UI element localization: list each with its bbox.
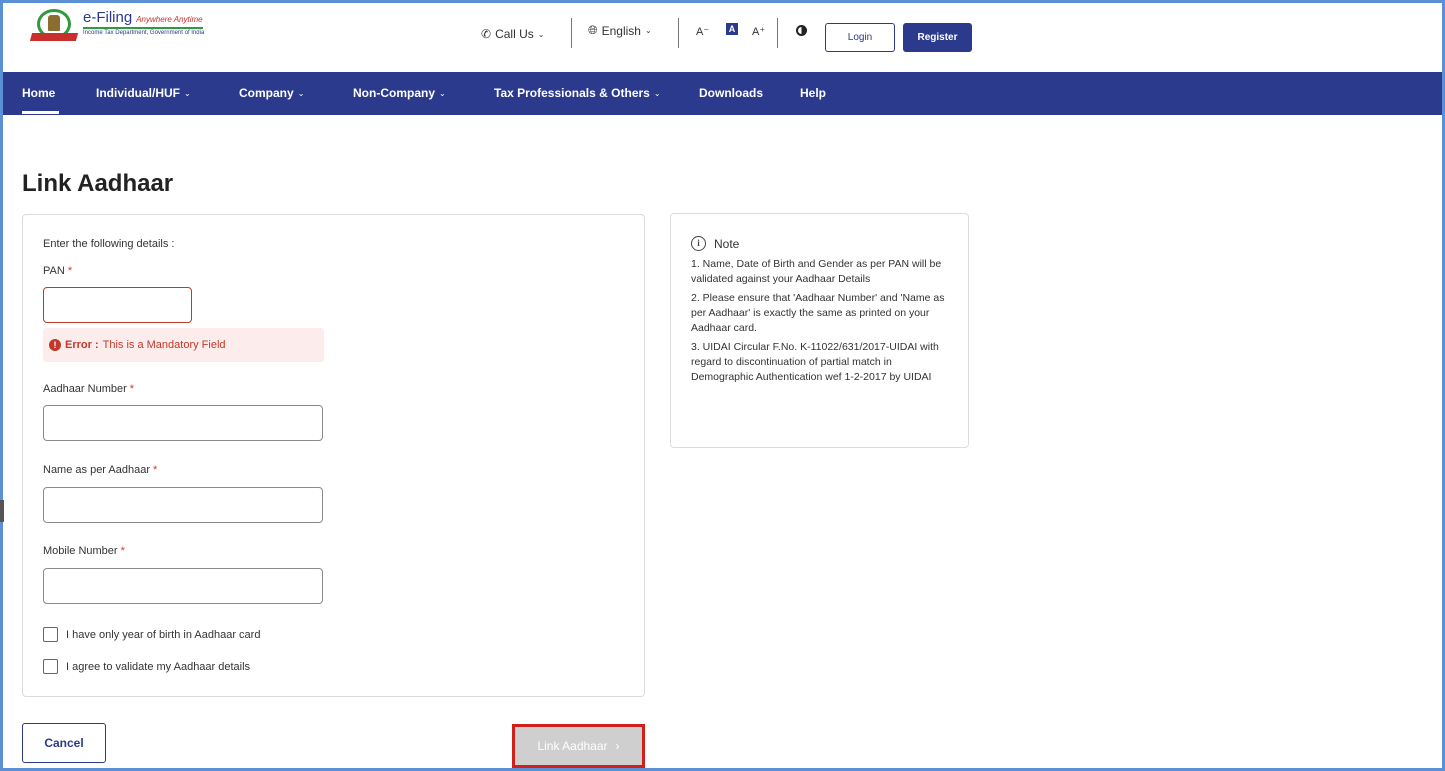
required-asterisk: * (153, 464, 158, 476)
year-of-birth-checkbox[interactable] (43, 627, 58, 642)
call-us-label: Call Us (495, 27, 534, 41)
chevron-right-icon: › (615, 739, 620, 753)
login-button[interactable]: Login (825, 23, 895, 52)
nav-item-non-company[interactable]: Non-Company ⌄ (353, 86, 446, 100)
error-prefix: Error : (65, 339, 99, 351)
page-title: Link Aadhaar (22, 170, 174, 197)
note-title: Note (714, 236, 740, 251)
link-aadhaar-button[interactable]: Link Aadhaar › (512, 724, 645, 768)
chevron-down-icon: ⌄ (653, 88, 661, 98)
nav-item-label: Individual/HUF (96, 86, 180, 100)
main-navbar: Home Individual/HUF ⌄ Company ⌄ Non-Compan… (3, 72, 1442, 115)
brand-underline (83, 27, 203, 29)
efiling-logo[interactable]: e-Filing Anywhere Anytime Income Tax Dep… (29, 9, 204, 47)
call-us-dropdown[interactable]: ✆ Call Us ⌄ (481, 27, 544, 41)
nav-item-label: Home (22, 86, 56, 100)
required-asterisk: * (120, 545, 125, 557)
nav-item-tax-professionals[interactable]: Tax Professionals & Others ⌄ (494, 86, 661, 100)
font-normal-button[interactable]: A (726, 23, 738, 35)
chevron-down-icon: ⌄ (644, 26, 652, 35)
aadhaar-label: Aadhaar Number * (43, 383, 134, 395)
note-item: 2. Please ensure that 'Aadhaar Number' a… (691, 292, 945, 334)
nav-item-label: Help (800, 86, 827, 100)
font-increase-button[interactable]: A⁺ (752, 25, 765, 38)
globe-icon: 🌐︎ (588, 23, 598, 37)
mobile-label-text: Mobile Number (43, 545, 118, 557)
error-icon: ! (49, 339, 61, 351)
pan-label: PAN * (43, 265, 72, 277)
note-item: 3. UIDAI Circular F.No. K-11022/631/2017… (691, 341, 939, 383)
brand-dept: Income Tax Department, Government of Ind… (83, 30, 205, 36)
top-header: e-Filing Anywhere Anytime Income Tax Dep… (3, 3, 1442, 72)
link-aadhaar-form: Enter the following details : PAN * ! Err… (22, 214, 645, 697)
nav-item-label: Non-Company (353, 86, 435, 100)
window-edge-marker (0, 500, 4, 522)
agree-validate-label: I agree to validate my Aadhaar details (66, 660, 251, 673)
pan-label-text: PAN (43, 265, 65, 277)
chevron-down-icon: ⌄ (184, 88, 191, 98)
chevron-down-icon: ⌄ (297, 88, 305, 98)
agree-validate-checkbox[interactable] (43, 659, 58, 674)
pan-input[interactable] (43, 287, 192, 323)
active-nav-indicator (22, 111, 59, 114)
register-button[interactable]: Register (903, 23, 972, 52)
name-label-text: Name as per Aadhaar (43, 464, 151, 476)
nav-item-label: Downloads (699, 86, 764, 100)
aadhaar-number-input[interactable] (43, 405, 323, 441)
language-label: English (601, 23, 641, 38)
header-divider (777, 18, 778, 48)
note-header: i Note (691, 236, 948, 251)
aadhaar-label-text: Aadhaar Number (43, 383, 127, 395)
name-as-per-aadhaar-input[interactable] (43, 487, 323, 523)
required-asterisk: * (67, 265, 73, 277)
font-decrease-button[interactable]: A⁻ (696, 25, 709, 38)
brand-text: e-Filing Anywhere Anytime Income Tax Dep… (83, 9, 204, 36)
emblem-icon (29, 9, 81, 47)
agree-checkbox-row[interactable]: I agree to validate my Aadhaar details (43, 659, 250, 674)
language-dropdown[interactable]: 🌐︎ English ⌄ (588, 23, 652, 38)
note-panel: i Note 1. Name, Date of Birth and Gender… (670, 213, 969, 448)
nav-item-help[interactable]: Help (800, 86, 826, 100)
note-item: 1. Name, Date of Birth and Gender as per… (691, 258, 942, 285)
chevron-down-icon: ⌄ (537, 29, 545, 39)
required-asterisk: * (129, 383, 135, 395)
error-text: This is a Mandatory Field (102, 339, 226, 351)
chevron-down-icon: ⌄ (439, 88, 446, 98)
nav-item-label: Company (239, 86, 294, 100)
nav-item-individual-huf[interactable]: Individual/HUF ⌄ (96, 86, 191, 100)
header-divider (571, 18, 572, 48)
pan-error-message: ! Error : This is a Mandatory Field (43, 328, 324, 362)
nav-item-downloads[interactable]: Downloads (699, 86, 763, 100)
mobile-label: Mobile Number * (43, 545, 125, 557)
phone-icon: ✆ (481, 27, 492, 41)
link-aadhaar-label: Link Aadhaar (537, 739, 608, 753)
form-intro: Enter the following details : (43, 238, 175, 250)
brand-name: e-Filing (83, 9, 133, 26)
year-of-birth-label: I have only year of birth in Aadhaar car… (66, 628, 261, 641)
contrast-toggle-icon[interactable] (796, 25, 807, 36)
brand-tagline: Anywhere Anytime (136, 15, 203, 24)
header-divider (678, 18, 679, 48)
info-icon: i (691, 236, 706, 251)
year-of-birth-checkbox-row[interactable]: I have only year of birth in Aadhaar car… (43, 627, 260, 642)
mobile-number-input[interactable] (43, 568, 323, 604)
nav-item-label: Tax Professionals & Others (494, 86, 650, 100)
nav-item-company[interactable]: Company ⌄ (239, 86, 304, 100)
cancel-button[interactable]: Cancel (22, 723, 106, 763)
nav-item-home[interactable]: Home (22, 86, 55, 100)
name-label: Name as per Aadhaar * (43, 464, 157, 476)
